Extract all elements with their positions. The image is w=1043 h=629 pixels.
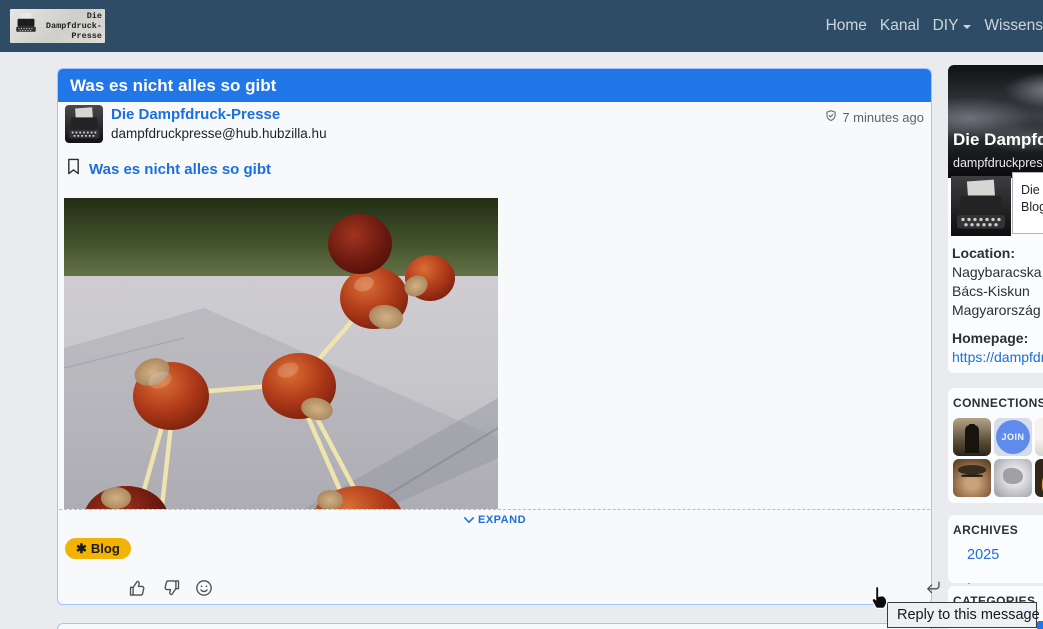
author-avatar[interactable] bbox=[65, 105, 103, 143]
typewriter-logo-icon bbox=[13, 11, 39, 42]
image-truncation-divider bbox=[59, 509, 930, 510]
connection-avatar-6[interactable] bbox=[1035, 459, 1043, 497]
bookmark-icon bbox=[66, 158, 81, 180]
connection-avatar-4[interactable] bbox=[953, 459, 991, 497]
profile-address: dampfdruckpresse@hub.hubzilla.hu bbox=[953, 156, 1043, 170]
nav-item-kanal[interactable]: Kanal bbox=[880, 17, 920, 35]
author-name-link[interactable]: Die Dampfdruck-Presse bbox=[111, 106, 280, 123]
category-tag-blog[interactable]: ✱ Blog bbox=[65, 538, 131, 559]
connection-avatar-1[interactable] bbox=[953, 418, 991, 456]
author-address: dampfdruckpresse@hub.hubzilla.hu bbox=[111, 126, 327, 141]
hovercard-description: Blog r bbox=[1021, 199, 1043, 216]
connections-title: CONNECTIONS bbox=[953, 396, 1043, 410]
post-title-bar-text: Was es nicht alles so gibt bbox=[70, 76, 276, 96]
hovercard-name: Die Dampfdruck-Presse bbox=[1021, 182, 1043, 199]
site-logo-text: Die Dampfdruck- Presse bbox=[39, 11, 102, 41]
nav-item-home[interactable]: Home bbox=[826, 17, 867, 35]
top-navbar: Die Dampfdruck- Presse Home Kanal DIY Wi… bbox=[0, 0, 1043, 52]
post-card: Was es nicht alles so gibt Die Dampfdruc… bbox=[57, 68, 932, 605]
location-city: Nagybaracska bbox=[952, 264, 1042, 280]
reply-tooltip: Reply to this message bbox=[887, 602, 1037, 628]
nav-item-wissens[interactable]: Wissens bbox=[984, 17, 1043, 35]
dislike-button[interactable] bbox=[161, 578, 183, 600]
chestnut-figure-photo[interactable] bbox=[64, 198, 498, 509]
connection-avatar-2[interactable]: JOIN bbox=[994, 418, 1032, 456]
homepage-label: Homepage: bbox=[952, 330, 1028, 346]
post-title-link[interactable]: Was es nicht alles so gibt bbox=[89, 161, 271, 178]
profile-card: Die Dampfdruck-Presse dampfdruckpresse@h… bbox=[948, 65, 1043, 373]
connections-widget: CONNECTIONS JOIN Σ bbox=[948, 388, 1043, 503]
post-title-bar: Was es nicht alles so gibt bbox=[58, 69, 931, 102]
nav-menu: Home Kanal DIY Wissens bbox=[826, 0, 1043, 52]
site-logo[interactable]: Die Dampfdruck- Presse bbox=[10, 9, 105, 43]
archive-year-link[interactable]: 2025 bbox=[967, 547, 1043, 563]
location-region: Bács-Kiskun bbox=[952, 283, 1030, 299]
connection-avatar-5[interactable] bbox=[994, 459, 1032, 497]
connections-grid: JOIN Σ bbox=[953, 418, 1043, 497]
connection-avatar-3[interactable]: Σ bbox=[1035, 418, 1043, 456]
like-button[interactable] bbox=[128, 578, 150, 600]
location-country: Magyarország bbox=[952, 302, 1041, 318]
expand-button[interactable]: EXPAND bbox=[58, 514, 931, 526]
post-author-row: Die Dampfdruck-Presse dampfdruckpresse@h… bbox=[65, 105, 924, 149]
nav-item-diy-dropdown[interactable]: DIY bbox=[933, 17, 972, 35]
archives-title: ARCHIVES bbox=[953, 523, 1043, 537]
profile-name: Die Dampfdruck-Presse bbox=[953, 130, 1043, 150]
post-actions-row bbox=[58, 574, 931, 606]
asterisk-icon: ✱ bbox=[76, 541, 87, 557]
shield-check-icon bbox=[824, 109, 838, 126]
archives-widget: ARCHIVES 2025 bbox=[948, 515, 1043, 583]
reply-button[interactable] bbox=[924, 578, 946, 600]
emoji-reaction-button[interactable] bbox=[194, 578, 216, 600]
profile-cover-image: Die Dampfdruck-Presse dampfdruckpresse@h… bbox=[948, 65, 1043, 178]
profile-avatar[interactable] bbox=[951, 175, 1011, 237]
next-post-card-edge bbox=[57, 623, 932, 629]
page: Die Dampfdruck- Presse Home Kanal DIY Wi… bbox=[0, 0, 1043, 629]
profile-hovercard: Die Dampfdruck-Presse Blog r bbox=[1012, 172, 1043, 234]
location-label: Location: bbox=[952, 245, 1015, 261]
post-title-row: Was es nicht alles so gibt bbox=[66, 158, 271, 180]
homepage-link[interactable]: https://dampfdr bbox=[952, 349, 1043, 365]
post-timestamp: 7 minutes ago bbox=[824, 109, 924, 126]
caret-down-icon bbox=[963, 25, 971, 29]
chevron-down-icon bbox=[463, 515, 475, 525]
